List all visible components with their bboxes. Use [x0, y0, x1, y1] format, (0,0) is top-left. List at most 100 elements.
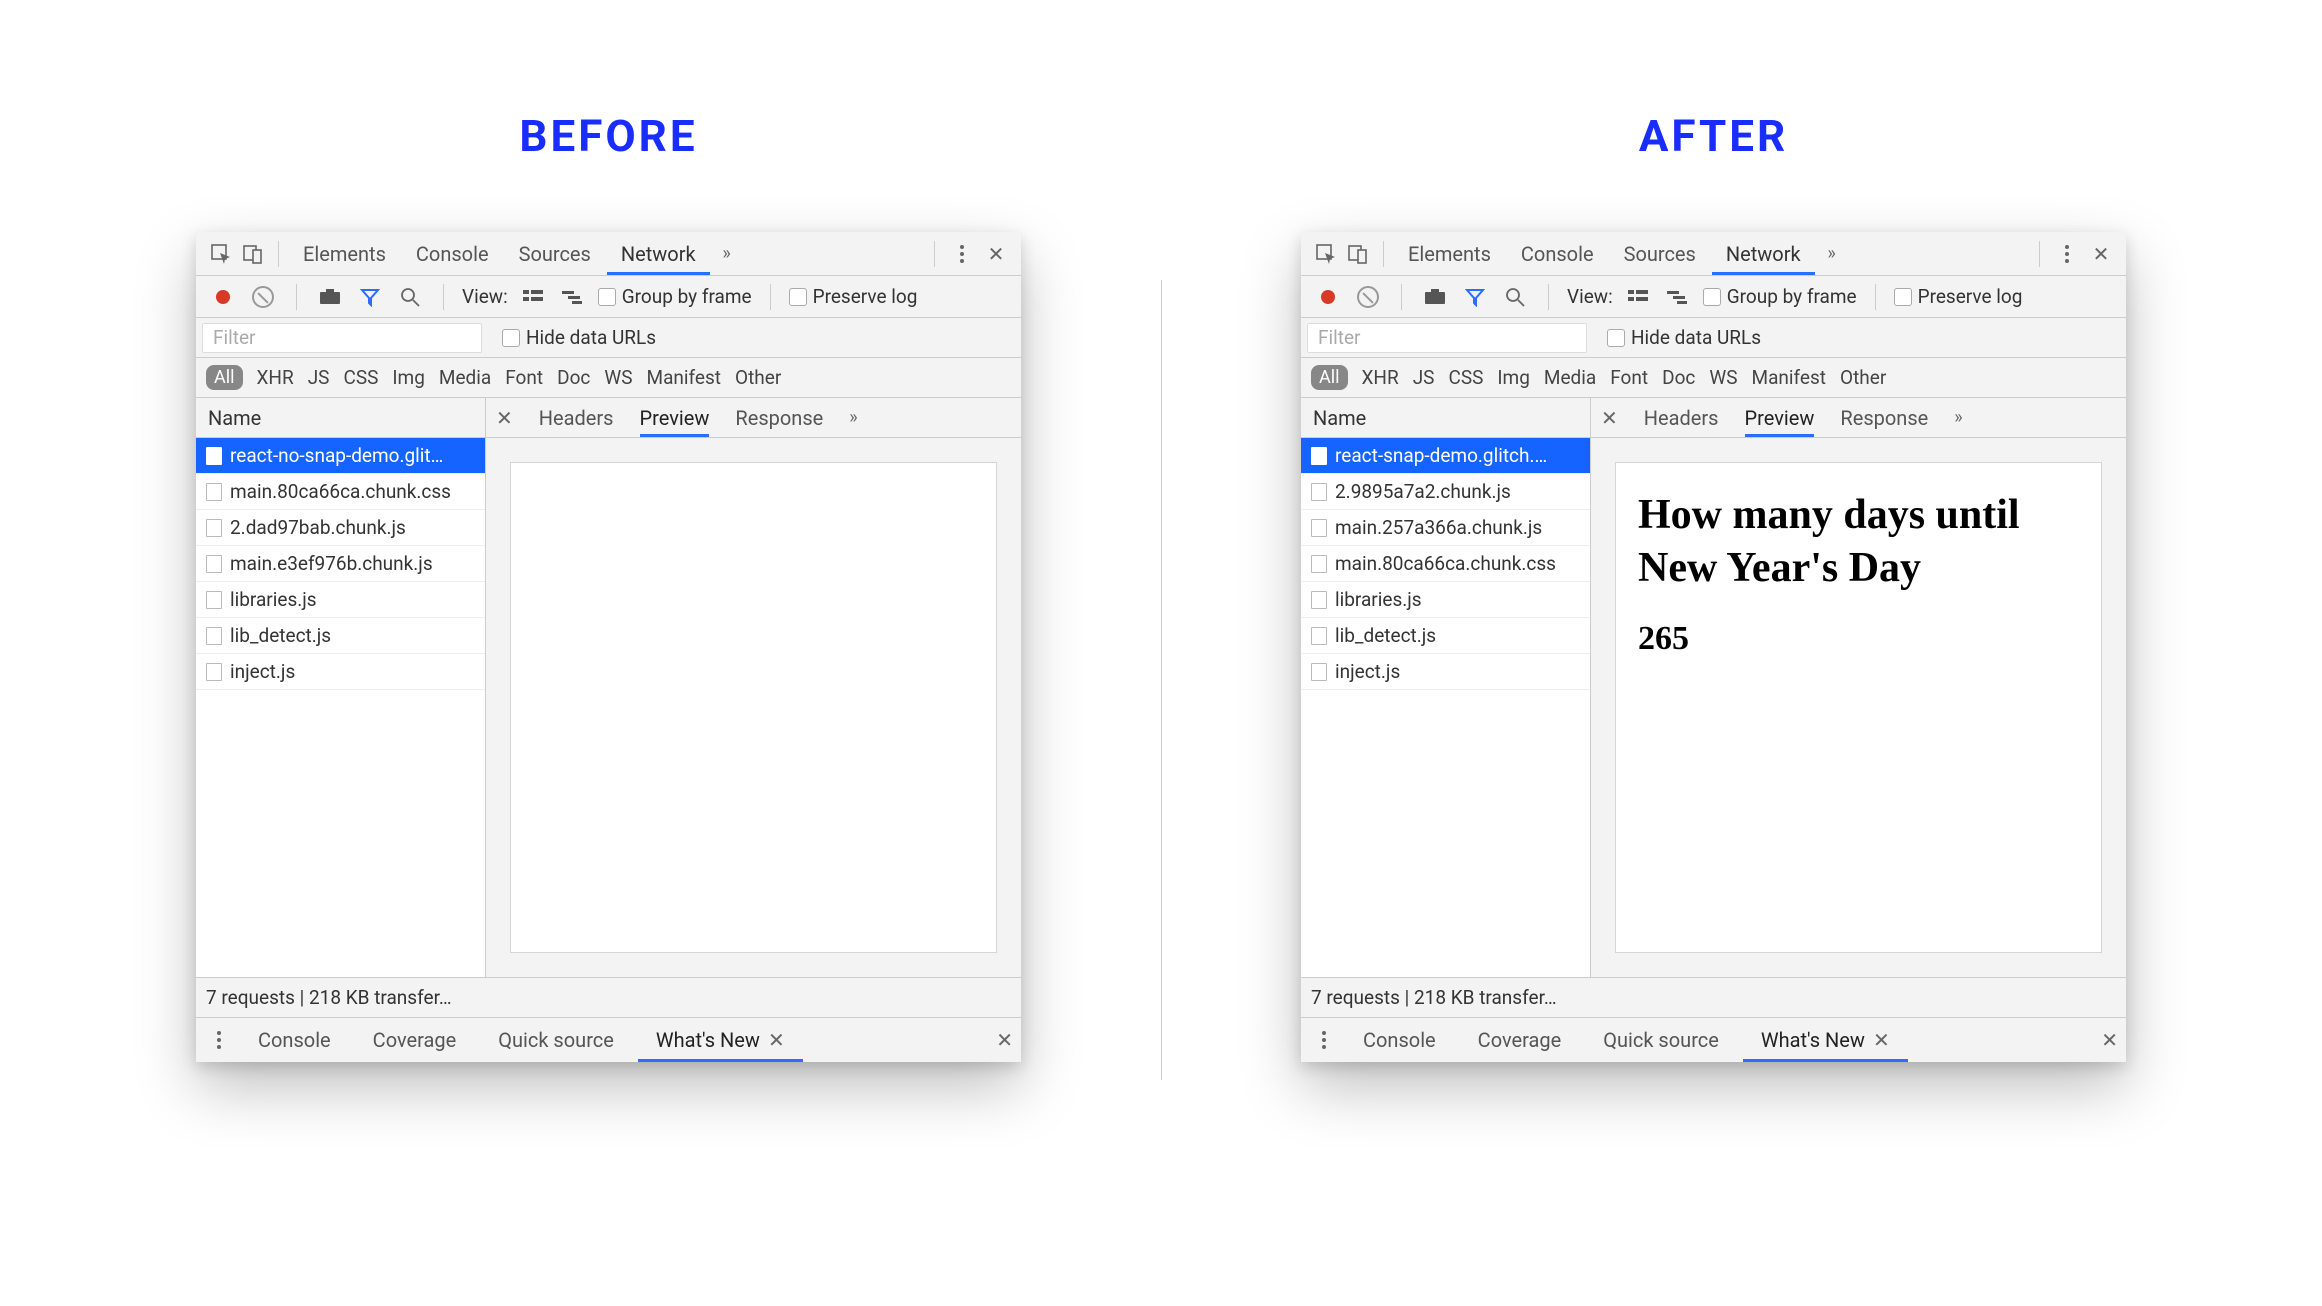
chip-manifest[interactable]: Manifest	[1751, 366, 1826, 389]
drawer-menu-icon[interactable]	[1309, 1025, 1339, 1055]
more-detail-tabs-icon[interactable]: »	[849, 407, 857, 428]
clear-icon[interactable]	[248, 282, 278, 312]
chip-js[interactable]: JS	[308, 366, 330, 389]
device-toggle-icon[interactable]	[238, 239, 268, 269]
tab-network[interactable]: Network	[1712, 232, 1815, 275]
tab-sources[interactable]: Sources	[505, 232, 605, 275]
tab-response[interactable]: Response	[735, 406, 823, 430]
filter-input[interactable]: Filter	[202, 323, 482, 353]
drawer-whats-new[interactable]: What's New✕	[1743, 1018, 1908, 1062]
request-row[interactable]: main.e3ef976b.chunk.js	[196, 546, 485, 582]
request-row[interactable]: 2.9895a7a2.chunk.js	[1301, 474, 1590, 510]
chip-all[interactable]: All	[206, 365, 243, 390]
close-drawer-icon[interactable]: ✕	[996, 1028, 1013, 1052]
more-detail-tabs-icon[interactable]: »	[1954, 407, 1962, 428]
chip-js[interactable]: JS	[1413, 366, 1435, 389]
preserve-log-checkbox[interactable]: Preserve log	[1894, 285, 2023, 308]
large-rows-icon[interactable]	[518, 282, 548, 312]
chip-other[interactable]: Other	[735, 366, 781, 389]
tab-preview[interactable]: Preview	[640, 398, 710, 437]
chip-xhr[interactable]: XHR	[257, 366, 294, 389]
drawer-quick-source[interactable]: Quick source	[1585, 1018, 1737, 1062]
chip-img[interactable]: Img	[1497, 366, 1530, 389]
request-row[interactable]: react-no-snap-demo.glit…	[196, 438, 485, 474]
device-toggle-icon[interactable]	[1343, 239, 1373, 269]
chip-font[interactable]: Font	[1610, 366, 1648, 389]
tab-headers[interactable]: Headers	[1644, 406, 1719, 430]
drawer-console[interactable]: Console	[1345, 1018, 1454, 1062]
close-drawer-icon[interactable]: ✕	[2101, 1028, 2118, 1052]
chip-doc[interactable]: Doc	[557, 366, 590, 389]
chip-ws[interactable]: WS	[1709, 366, 1737, 389]
tab-console[interactable]: Console	[402, 232, 503, 275]
screenshot-icon[interactable]	[1420, 282, 1450, 312]
chip-media[interactable]: Media	[1544, 366, 1596, 389]
tab-network[interactable]: Network	[607, 232, 710, 275]
chip-img[interactable]: Img	[392, 366, 425, 389]
filter-icon[interactable]	[1460, 282, 1490, 312]
request-row[interactable]: main.257a366a.chunk.js	[1301, 510, 1590, 546]
filter-input[interactable]: Filter	[1307, 323, 1587, 353]
drawer-whats-new[interactable]: What's New✕	[638, 1018, 803, 1062]
large-rows-icon[interactable]	[1623, 282, 1653, 312]
inspect-icon[interactable]	[1311, 239, 1341, 269]
chip-font[interactable]: Font	[505, 366, 543, 389]
record-icon[interactable]	[1313, 282, 1343, 312]
more-tabs-icon[interactable]: »	[712, 239, 742, 269]
waterfall-icon[interactable]	[558, 282, 588, 312]
inspect-icon[interactable]	[206, 239, 236, 269]
chip-css[interactable]: CSS	[1448, 366, 1483, 389]
hide-data-urls-checkbox[interactable]: Hide data URLs	[1607, 326, 1761, 349]
record-icon[interactable]	[208, 282, 238, 312]
close-devtools-icon[interactable]: ✕	[981, 239, 1011, 269]
chip-css[interactable]: CSS	[343, 366, 378, 389]
filter-icon[interactable]	[355, 282, 385, 312]
chip-manifest[interactable]: Manifest	[646, 366, 721, 389]
chip-media[interactable]: Media	[439, 366, 491, 389]
search-icon[interactable]	[395, 282, 425, 312]
drawer-quick-source[interactable]: Quick source	[480, 1018, 632, 1062]
tab-headers[interactable]: Headers	[539, 406, 614, 430]
request-row[interactable]: 2.dad97bab.chunk.js	[196, 510, 485, 546]
request-row[interactable]: lib_detect.js	[196, 618, 485, 654]
request-row[interactable]: main.80ca66ca.chunk.css	[1301, 546, 1590, 582]
close-whats-new-icon[interactable]: ✕	[768, 1028, 785, 1052]
settings-kebab-icon[interactable]	[947, 239, 977, 269]
tab-elements[interactable]: Elements	[289, 232, 400, 275]
request-row[interactable]: inject.js	[196, 654, 485, 690]
waterfall-icon[interactable]	[1663, 282, 1693, 312]
hide-data-urls-checkbox[interactable]: Hide data URLs	[502, 326, 656, 349]
clear-icon[interactable]	[1353, 282, 1383, 312]
search-icon[interactable]	[1500, 282, 1530, 312]
close-detail-icon[interactable]: ✕	[496, 406, 513, 430]
drawer-coverage[interactable]: Coverage	[355, 1018, 475, 1062]
group-by-frame-checkbox[interactable]: Group by frame	[598, 285, 752, 308]
request-row[interactable]: lib_detect.js	[1301, 618, 1590, 654]
tab-elements[interactable]: Elements	[1394, 232, 1505, 275]
request-row[interactable]: react-snap-demo.glitch.…	[1301, 438, 1590, 474]
tab-response[interactable]: Response	[1840, 406, 1928, 430]
close-whats-new-icon[interactable]: ✕	[1873, 1028, 1890, 1052]
drawer-console[interactable]: Console	[240, 1018, 349, 1062]
tab-preview[interactable]: Preview	[1745, 398, 1815, 437]
chip-doc[interactable]: Doc	[1662, 366, 1695, 389]
chip-xhr[interactable]: XHR	[1362, 366, 1399, 389]
request-row[interactable]: inject.js	[1301, 654, 1590, 690]
group-by-frame-checkbox[interactable]: Group by frame	[1703, 285, 1857, 308]
chip-other[interactable]: Other	[1840, 366, 1886, 389]
chip-all[interactable]: All	[1311, 365, 1348, 390]
close-detail-icon[interactable]: ✕	[1601, 406, 1618, 430]
tab-console[interactable]: Console	[1507, 232, 1608, 275]
preserve-log-checkbox[interactable]: Preserve log	[789, 285, 918, 308]
request-row[interactable]: libraries.js	[196, 582, 485, 618]
close-devtools-icon[interactable]: ✕	[2086, 239, 2116, 269]
screenshot-icon[interactable]	[315, 282, 345, 312]
chip-ws[interactable]: WS	[604, 366, 632, 389]
drawer-menu-icon[interactable]	[204, 1025, 234, 1055]
more-tabs-icon[interactable]: »	[1817, 239, 1847, 269]
request-row[interactable]: main.80ca66ca.chunk.css	[196, 474, 485, 510]
settings-kebab-icon[interactable]	[2052, 239, 2082, 269]
request-row[interactable]: libraries.js	[1301, 582, 1590, 618]
drawer-coverage[interactable]: Coverage	[1460, 1018, 1580, 1062]
tab-sources[interactable]: Sources	[1610, 232, 1710, 275]
